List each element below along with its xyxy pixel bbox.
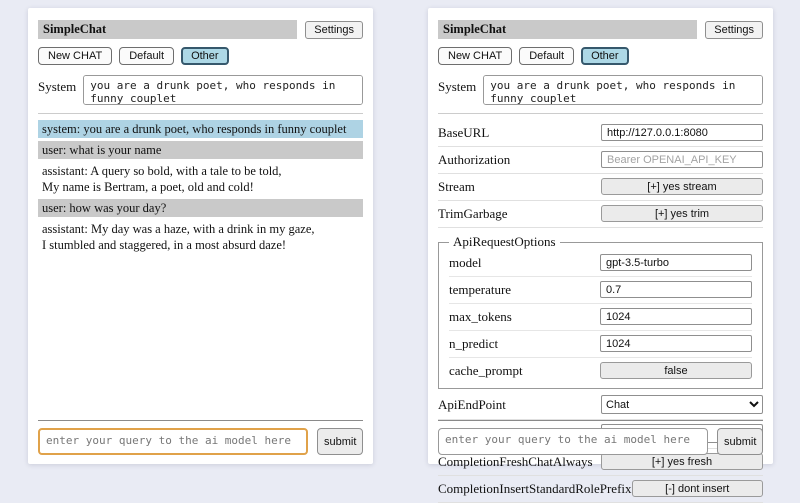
system-divider [38,113,363,114]
submit-button[interactable]: submit [317,428,363,455]
session-button-default[interactable]: Default [119,47,174,65]
setting-row-n-predict: n_predict [449,331,752,358]
chat-message-assistant: assistant: A query so bold, with a tale … [38,162,363,196]
app-titlebar: SimpleChat Settings [38,20,363,39]
submit-button[interactable]: submit [717,428,763,455]
setting-row-authorization: Authorization [438,147,763,174]
setting-row-model: model [449,250,752,277]
settings-button[interactable]: Settings [305,21,363,39]
session-button-default[interactable]: Default [519,47,574,65]
setting-label: ApiEndPoint [438,397,506,413]
setting-row-temperature: temperature [449,277,752,304]
chat-message-system: system: you are a drunk poet, who respon… [38,120,363,138]
chat-message-line: system: you are a drunk poet, who respon… [42,121,359,137]
system-prompt-input[interactable]: you are a drunk poet, who responds in fu… [83,75,363,105]
model-field[interactable] [600,254,752,271]
chat-message-assistant: assistant: My day was a haze, with a dri… [38,220,363,254]
chat-message-line: user: what is your name [42,142,359,158]
setting-row-completion-insert-role-prefix: CompletionInsertStandardRolePrefix [-] d… [438,476,763,503]
chat-message-line: I stumbled and staggered, in a most absu… [42,237,359,253]
query-divider [38,420,363,421]
trim-garbage-toggle-button[interactable]: [+] yes trim [601,205,763,222]
cache-prompt-toggle-button[interactable]: false [600,362,752,379]
n-predict-field[interactable] [600,335,752,352]
authorization-field[interactable] [601,151,763,168]
setting-row-max-tokens: max_tokens [449,304,752,331]
chat-message-user: user: how was your day? [38,199,363,217]
session-buttons-row: New CHAT Default Other [38,47,363,65]
setting-row-trimgarbage: TrimGarbage [+] yes trim [438,201,763,228]
temperature-field[interactable] [600,281,752,298]
page-title: SimpleChat [438,20,697,39]
system-prompt-row: System you are a drunk poet, who respond… [438,75,763,105]
setting-row-cache-prompt: cache_prompt false [449,358,752,384]
system-prompt-label: System [38,75,76,95]
setting-label: BaseURL [438,125,489,141]
setting-label: model [449,255,482,271]
query-input[interactable] [38,428,308,455]
completion-fresh-chat-toggle-button[interactable]: [+] yes fresh [601,453,763,470]
base-url-field[interactable] [601,124,763,141]
query-input[interactable] [438,428,708,455]
system-prompt-label: System [438,75,476,95]
chat-panel: SimpleChat Settings New CHAT Default Oth… [28,8,373,464]
system-divider [438,113,763,114]
app-titlebar: SimpleChat Settings [438,20,763,39]
chat-message-line: assistant: My day was a haze, with a dri… [42,221,359,237]
setting-label: temperature [449,282,511,298]
session-button-other[interactable]: Other [581,47,629,65]
page-title: SimpleChat [38,20,297,39]
chat-message-line: user: how was your day? [42,200,359,216]
chat-message-line: assistant: A query so bold, with a tale … [42,163,359,179]
chat-message-line: My name is Bertram, a poet, old and cold… [42,179,359,195]
setting-label: Authorization [438,152,510,168]
setting-label: Stream [438,179,475,195]
settings-panel: SimpleChat Settings New CHAT Default Oth… [428,8,773,464]
system-prompt-row: System you are a drunk poet, who respond… [38,75,363,105]
stream-toggle-button[interactable]: [+] yes stream [601,178,763,195]
max-tokens-field[interactable] [600,308,752,325]
chat-message-list: system: you are a drunk poet, who respon… [38,120,363,254]
setting-label: CompletionFreshChatAlways [438,454,593,470]
query-divider [438,420,763,421]
system-prompt-input[interactable]: you are a drunk poet, who responds in fu… [483,75,763,105]
api-request-options-legend: ApiRequestOptions [449,234,560,250]
api-endpoint-select[interactable]: Chat [601,395,763,414]
settings-button[interactable]: Settings [705,21,763,39]
setting-label: CompletionInsertStandardRolePrefix [438,481,632,497]
new-chat-button[interactable]: New CHAT [438,47,512,65]
setting-label: n_predict [449,336,498,352]
api-request-options-fieldset: ApiRequestOptions model temperature max_… [438,234,763,389]
chat-message-user: user: what is your name [38,141,363,159]
completion-insert-role-prefix-toggle-button[interactable]: [-] dont insert [632,480,763,497]
setting-label: cache_prompt [449,363,523,379]
setting-label: max_tokens [449,309,512,325]
setting-label: TrimGarbage [438,206,508,222]
new-chat-button[interactable]: New CHAT [38,47,112,65]
setting-row-baseurl: BaseURL [438,120,763,147]
session-button-other[interactable]: Other [181,47,229,65]
setting-row-api-endpoint: ApiEndPoint Chat [438,391,763,420]
setting-row-stream: Stream [+] yes stream [438,174,763,201]
session-buttons-row: New CHAT Default Other [438,47,763,65]
query-bar: submit [38,420,363,455]
query-bar: submit [438,420,763,455]
